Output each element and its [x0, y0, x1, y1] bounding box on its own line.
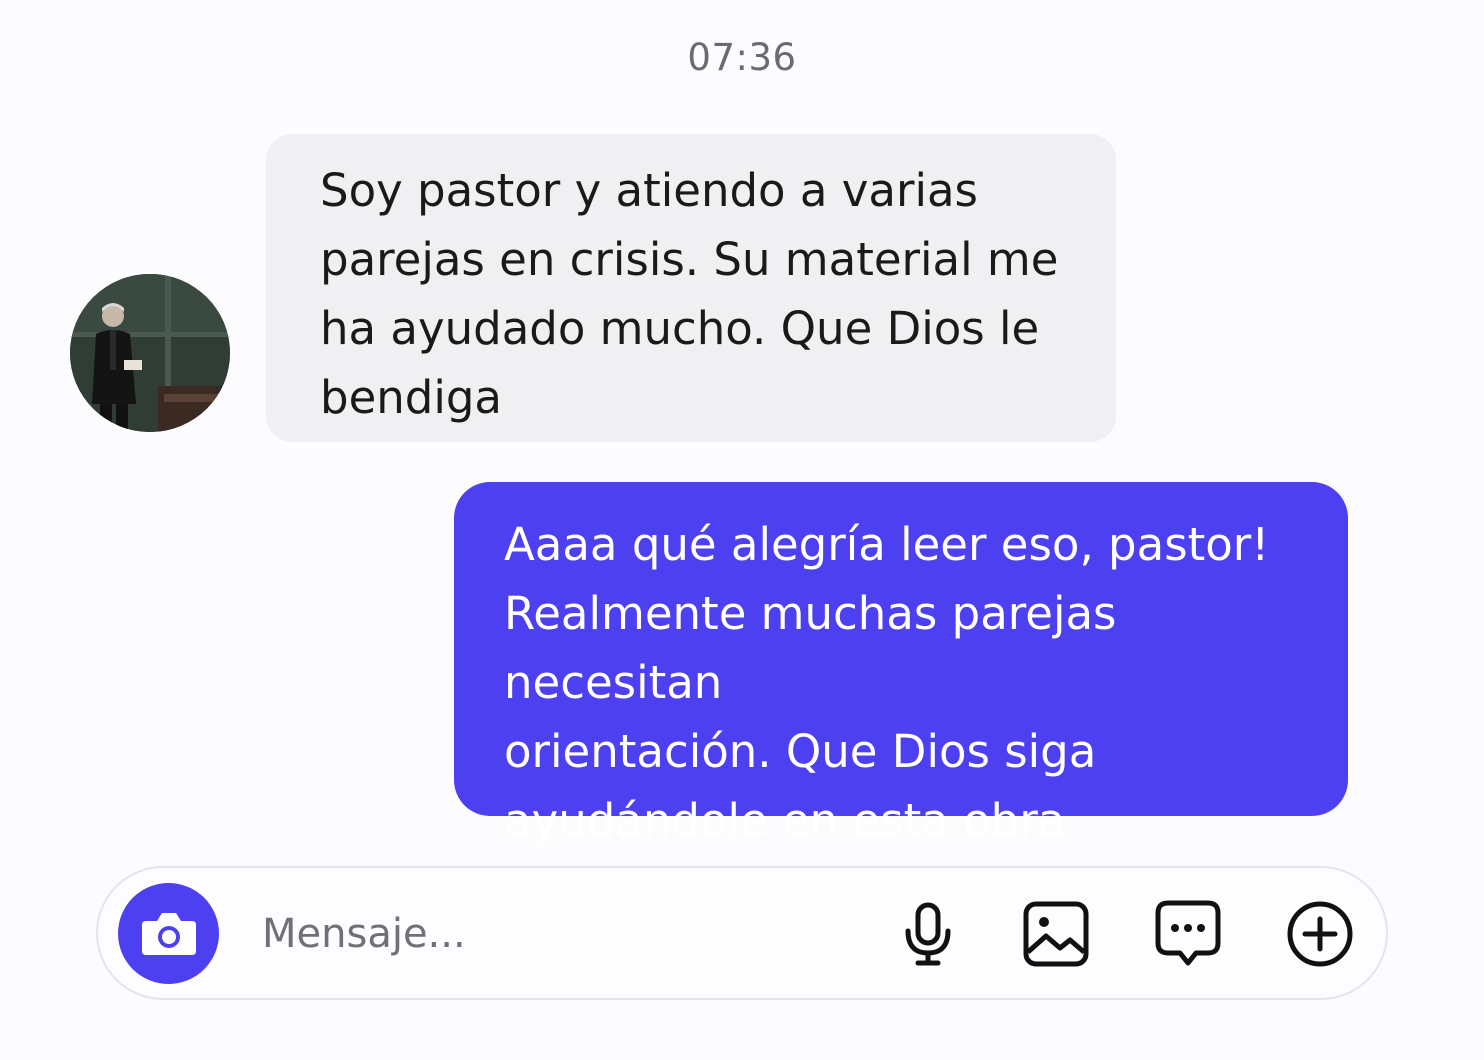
image-icon [1023, 901, 1089, 967]
outgoing-message-bubble[interactable]: Aaaa qué alegría leer eso, pastor! Realm… [454, 482, 1348, 847]
avatar-photo [70, 274, 230, 432]
incoming-message-bubble[interactable]: Soy pastor y atiendo a varias parejas en… [266, 134, 1116, 442]
plus-circle-icon [1287, 901, 1353, 967]
microphone-icon [905, 902, 951, 966]
message-composer [96, 866, 1388, 1000]
message-input[interactable] [262, 904, 862, 964]
gallery-button[interactable] [1020, 898, 1092, 970]
sticker-button[interactable] [1152, 898, 1224, 970]
microphone-button[interactable] [892, 898, 964, 970]
camera-button[interactable] [118, 883, 219, 984]
more-options-button[interactable] [1284, 898, 1356, 970]
message-timestamp: 07:36 [687, 36, 797, 79]
avatar[interactable] [70, 274, 230, 432]
sticker-chat-icon [1155, 900, 1221, 966]
chat-screen: 07:36 Soy pastor y atiendo a varias pare… [0, 0, 1484, 1060]
camera-icon [141, 912, 196, 955]
